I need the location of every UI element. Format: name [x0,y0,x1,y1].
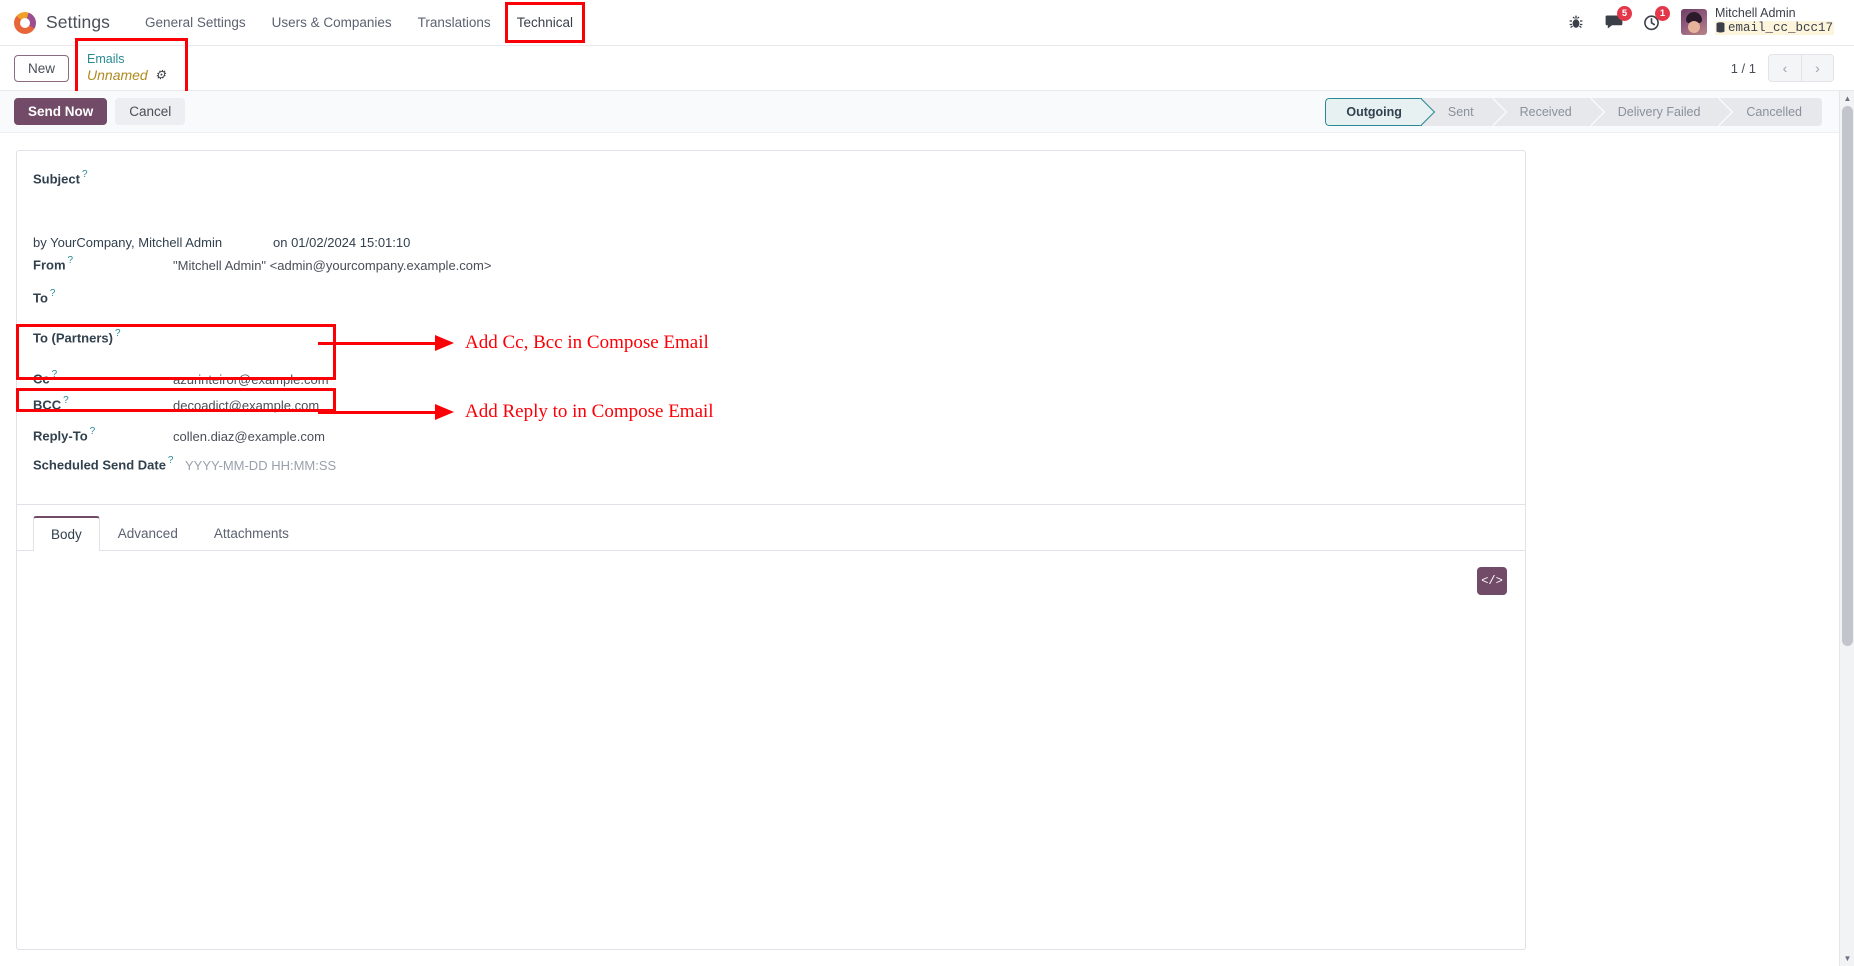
help-icon[interactable]: ? [68,255,74,266]
bug-icon[interactable] [1565,11,1587,33]
subject-field-group: Subject? [33,169,1509,218]
to-value[interactable] [173,285,1509,302]
new-button[interactable]: New [14,54,70,82]
author-date: on 01/02/2024 15:01:10 [273,235,411,251]
status-stage-outgoing[interactable]: Outgoing [1325,97,1422,126]
database-name: email_cc_bcc17 [1714,20,1834,36]
to-partners-label-wrap: To (Partners)? [33,328,173,347]
reply-to-value[interactable]: collen.diaz@example.com [173,429,1509,444]
sheet-scroll-container: Subject? by YourCompany, Mitchell Admin … [0,133,1854,966]
pager-count: 1 / 1 [1730,60,1756,76]
tab-advanced[interactable]: Advanced [100,516,196,551]
user-menu[interactable]: Mitchell Admin email_cc_bcc17 [1680,6,1834,39]
help-icon[interactable]: ? [63,395,69,406]
database-label: email_cc_bcc17 [1727,20,1833,35]
help-icon[interactable]: ? [168,455,174,466]
status-stage-delivery-failed[interactable]: Delivery Failed [1591,97,1721,126]
tab-panel-body: </> [17,551,1525,871]
breadcrumb-current: Unnamed ⚙ [87,67,166,84]
field-row-to-partners: To (Partners)? [33,322,1509,362]
navbar-menu: General Settings Users & Companies Trans… [132,2,586,43]
cc-label: Cc [33,371,50,387]
cc-label-wrap: Cc? [33,369,173,388]
top-navbar: Settings General Settings Users & Compan… [0,0,1854,46]
notebook-tabs: Body Advanced Attachments [17,515,1525,552]
scroll-up-icon[interactable]: ▲ [1840,91,1854,106]
reply-to-label: Reply-To [33,428,88,444]
scheduled-send-date-value[interactable]: YYYY-MM-DD HH:MM:SS [185,458,1509,473]
cc-value[interactable]: azurinteiror@example.com [173,372,1509,387]
tab-attachments[interactable]: Attachments [196,516,307,551]
menu-item-users-and-companies[interactable]: Users & Companies [259,9,405,36]
bcc-value[interactable]: decoadict@example.com [173,398,1509,413]
status-pipeline: Outgoing Sent Received Delivery Failed C… [1325,97,1822,126]
bcc-label: BCC [33,397,62,413]
help-icon[interactable]: ? [82,169,88,180]
tab-body[interactable]: Body [33,516,100,552]
help-icon[interactable]: ? [90,426,96,437]
status-stage-received[interactable]: Received [1493,97,1592,126]
help-icon[interactable]: ? [115,328,121,339]
statusbar-row: Send Now Cancel Outgoing Sent Received D… [0,91,1854,133]
help-icon[interactable]: ? [52,369,58,380]
form-sheet: Subject? by YourCompany, Mitchell Admin … [16,150,1526,950]
pager: 1 / 1 ‹ › [1731,54,1840,82]
breadcrumb-parent-emails[interactable]: Emails [87,52,166,66]
to-label-wrap: To? [33,288,173,307]
from-label: From [33,257,66,273]
menu-item-translations[interactable]: Translations [405,9,504,36]
gear-icon[interactable]: ⚙ [155,68,166,83]
vertical-scrollbar[interactable]: ▲ ▼ [1839,91,1854,966]
code-view-icon[interactable]: </> [1477,567,1507,596]
menu-item-general-settings[interactable]: General Settings [132,9,259,36]
field-row-cc: Cc? azurinteiror@example.com [33,362,1509,392]
navbar-right: 5 1 Mitchell Admin email_cc_bcc17 [1565,6,1840,39]
user-name: Mitchell Admin [1714,6,1796,21]
field-row-scheduled-send-date: Scheduled Send Date? YYYY-MM-DD HH:MM:SS [33,452,1509,482]
control-panel: New Emails Unnamed ⚙ 1 / 1 ‹ › [0,38,1854,98]
breadcrumb-current-label: Unnamed [87,66,148,83]
bcc-label-wrap: BCC? [33,395,173,414]
breadcrumb: Emails Unnamed ⚙ [75,38,188,98]
notebook: Body Advanced Attachments </> [17,504,1525,871]
chevron-left-icon[interactable]: ‹ [1768,54,1801,82]
status-stage-cancelled[interactable]: Cancelled [1720,97,1822,126]
odoo-logo-icon[interactable] [14,11,36,34]
scrollbar-thumb[interactable] [1842,106,1853,646]
from-value[interactable]: "Mitchell Admin" <admin@yourcompany.exam… [173,258,1509,273]
field-row-to: To? [33,282,1509,322]
activities-badge: 1 [1654,6,1670,22]
messages-badge: 5 [1616,6,1632,22]
from-label-wrap: From? [33,255,173,274]
field-row-from: From? "Mitchell Admin" <admin@yourcompan… [33,252,1509,282]
scroll-down-icon[interactable]: ▼ [1840,951,1854,966]
field-row-reply-to: Reply-To? collen.diaz@example.com [33,422,1509,452]
author-name: by YourCompany, Mitchell Admin [33,235,223,251]
send-now-button[interactable]: Send Now [14,98,108,125]
app-name[interactable]: Settings [46,12,110,33]
cancel-button[interactable]: Cancel [115,98,186,125]
form-view: Send Now Cancel Outgoing Sent Received D… [0,91,1854,966]
to-partners-value[interactable] [173,325,1509,342]
avatar [1680,9,1707,36]
menu-item-technical[interactable]: Technical [504,2,586,43]
reply-to-label-wrap: Reply-To? [33,426,173,445]
activities-clock-icon[interactable]: 1 [1641,6,1670,33]
to-partners-label: To (Partners) [33,330,113,346]
to-label: To [33,290,48,306]
subject-label: Subject [33,171,80,187]
field-row-bcc: BCC? decoadict@example.com [33,392,1509,422]
chevron-right-icon[interactable]: › [1801,54,1834,82]
database-icon [1716,22,1725,33]
scheduled-send-date-label-wrap: Scheduled Send Date? [33,455,185,474]
messages-icon[interactable]: 5 [1603,6,1632,33]
scheduled-send-date-label: Scheduled Send Date [33,457,166,473]
help-icon[interactable]: ? [50,288,56,299]
author-meta: by YourCompany, Mitchell Admin on 01/02/… [33,235,1509,250]
subject-input[interactable] [33,191,1450,218]
